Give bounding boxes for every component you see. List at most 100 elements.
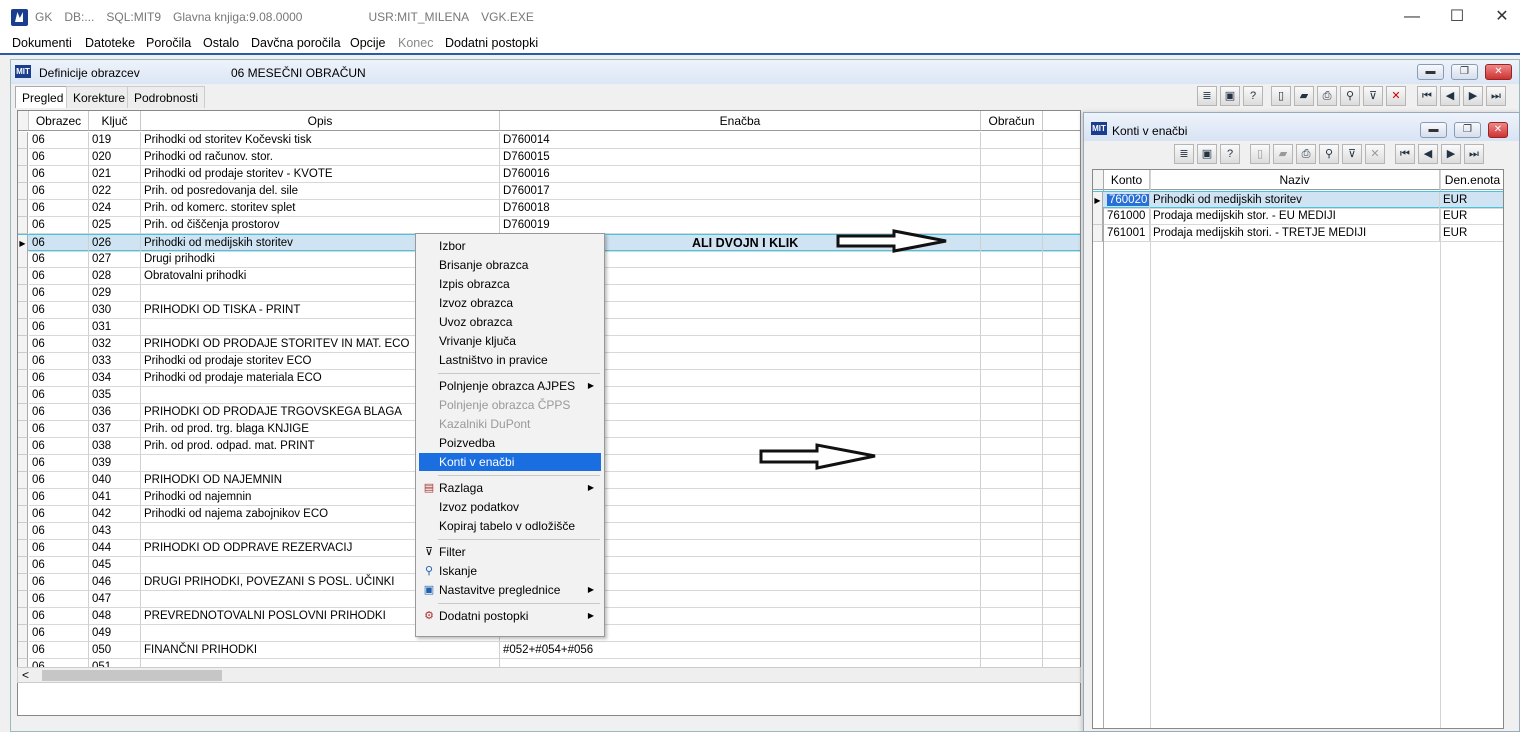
filter-icon[interactable]: ⊽ xyxy=(1363,86,1383,106)
table-cell[interactable] xyxy=(981,302,1043,319)
table-cell[interactable]: 06 xyxy=(29,353,89,370)
column-header-opis[interactable]: Opis xyxy=(141,111,500,131)
print-icon[interactable]: ⎙ xyxy=(1296,144,1316,164)
cancel-icon[interactable]: ✕ xyxy=(1365,144,1385,164)
table-cell[interactable] xyxy=(981,166,1043,183)
menu-ostalo[interactable]: Ostalo xyxy=(203,36,239,50)
table-cell[interactable]: 036 xyxy=(89,404,141,421)
child2-minimize-button[interactable]: ▬ xyxy=(1420,122,1447,138)
table-cell[interactable]: 020 xyxy=(89,149,141,166)
menu-item-kopiraj-tabelo[interactable]: Kopiraj tabelo v odložišče xyxy=(419,517,601,535)
row-indicator[interactable] xyxy=(18,183,28,200)
table-cell[interactable] xyxy=(981,421,1043,438)
menu-item-izvoz-obrazca[interactable]: Izvoz obrazca xyxy=(419,294,601,312)
row-indicator[interactable] xyxy=(18,540,28,557)
menu-dokumenti[interactable]: Dokumenti xyxy=(12,36,72,50)
table-cell[interactable] xyxy=(981,251,1043,268)
table-cell[interactable] xyxy=(981,455,1043,472)
table-cell[interactable] xyxy=(981,540,1043,557)
table-cell[interactable]: 06 xyxy=(29,302,89,319)
table-cell[interactable] xyxy=(981,200,1043,217)
prev-record-icon[interactable]: ◀ xyxy=(1418,144,1438,164)
table-cell[interactable]: 06 xyxy=(29,387,89,404)
table-cell[interactable]: Prodaja medijskih stori. - TRETJE MEDIJI xyxy=(1150,225,1440,242)
maximize-button[interactable]: ☐ xyxy=(1443,6,1471,28)
new-icon[interactable]: ▯ xyxy=(1271,86,1291,106)
row-indicator[interactable] xyxy=(18,438,28,455)
menu-konec[interactable]: Konec xyxy=(398,36,433,50)
table-cell[interactable]: Prihodki od računov. stor. xyxy=(141,149,500,166)
menu-item-iskanje[interactable]: ⚲ Iskanje xyxy=(419,562,601,580)
child-restore-button[interactable]: ❐ xyxy=(1451,64,1478,80)
table-cell[interactable] xyxy=(1043,438,1080,455)
table-cell[interactable]: Prodaja medijskih stor. - EU MEDIJI xyxy=(1150,208,1440,225)
scroll-thumb[interactable] xyxy=(42,670,222,681)
new-icon[interactable]: ▯ xyxy=(1250,144,1270,164)
row-indicator[interactable] xyxy=(18,387,28,404)
menu-porocila[interactable]: Poročila xyxy=(146,36,191,50)
table-cell[interactable]: EUR xyxy=(1440,192,1503,209)
table-cell[interactable]: 048 xyxy=(89,608,141,625)
row-indicator[interactable] xyxy=(18,217,28,234)
monitor-icon[interactable]: ▣ xyxy=(1220,86,1240,106)
first-record-icon[interactable]: ⏮ xyxy=(1395,144,1415,164)
table-cell[interactable] xyxy=(1043,574,1080,591)
row-indicator[interactable] xyxy=(1093,225,1103,242)
menu-davcna-porocila[interactable]: Davčna poročila xyxy=(251,36,341,50)
table-cell[interactable]: 049 xyxy=(89,625,141,642)
table-cell[interactable] xyxy=(1043,421,1080,438)
column-header-naziv[interactable]: Naziv xyxy=(1150,170,1440,190)
table-cell[interactable]: 034 xyxy=(89,370,141,387)
table-cell[interactable] xyxy=(1043,183,1080,200)
table-cell[interactable] xyxy=(981,404,1043,421)
child-close-button[interactable]: ✕ xyxy=(1485,64,1512,80)
table-cell[interactable] xyxy=(981,642,1043,659)
table-cell[interactable]: FINANČNI PRIHODKI xyxy=(141,642,500,659)
row-indicator[interactable]: ▶ xyxy=(1093,192,1103,209)
table-cell[interactable]: 030 xyxy=(89,302,141,319)
table-cell[interactable]: Prih. od komerc. storitev splet xyxy=(141,200,500,217)
table-row[interactable]: 06 050 FINANČNI PRIHODKI #052+#054+#056 xyxy=(18,642,1080,659)
table-cell[interactable]: 046 xyxy=(89,574,141,591)
table-cell[interactable]: 043 xyxy=(89,523,141,540)
tab-pregled[interactable]: Pregled xyxy=(15,86,71,108)
table-cell[interactable] xyxy=(1043,557,1080,574)
table-cell[interactable]: EUR xyxy=(1440,225,1503,242)
table-cell[interactable]: 06 xyxy=(29,574,89,591)
table-cell[interactable]: 06 xyxy=(29,591,89,608)
table-cell[interactable]: 041 xyxy=(89,489,141,506)
table-cell[interactable]: 032 xyxy=(89,336,141,353)
table-row[interactable]: 761001 Prodaja medijskih stori. - TRETJE … xyxy=(1093,225,1503,242)
row-indicator[interactable] xyxy=(18,149,28,166)
row-indicator[interactable] xyxy=(18,489,28,506)
table-cell[interactable] xyxy=(981,235,1043,252)
row-indicator[interactable] xyxy=(18,285,28,302)
edit-icon[interactable]: ▰ xyxy=(1273,144,1293,164)
table-cell[interactable]: 06 xyxy=(29,319,89,336)
table-cell[interactable]: 06 xyxy=(29,421,89,438)
table-cell[interactable] xyxy=(1043,217,1080,234)
table-cell[interactable] xyxy=(981,438,1043,455)
menu-item-polnjenje-cpps[interactable]: Polnjenje obrazca ČPPS xyxy=(419,396,601,414)
table-cell[interactable]: 022 xyxy=(89,183,141,200)
menu-opcije[interactable]: Opcije xyxy=(350,36,385,50)
child2-restore-button[interactable]: ❐ xyxy=(1454,122,1481,138)
column-header-obrazec[interactable]: Obrazec xyxy=(29,111,89,131)
table-cell[interactable] xyxy=(981,319,1043,336)
table-cell[interactable] xyxy=(1043,540,1080,557)
table-row[interactable]: 06 021 Prihodki od prodaje storitev - KVOT… xyxy=(18,166,1080,183)
child2-close-button[interactable]: ✕ xyxy=(1488,122,1508,138)
row-indicator[interactable] xyxy=(18,557,28,574)
table-cell[interactable]: 040 xyxy=(89,472,141,489)
table-cell[interactable] xyxy=(1043,387,1080,404)
table-cell[interactable]: 06 xyxy=(29,642,89,659)
last-record-icon[interactable]: ⏭ xyxy=(1486,86,1506,106)
row-indicator[interactable] xyxy=(18,591,28,608)
menu-datoteke[interactable]: Datoteke xyxy=(85,36,135,50)
table-cell[interactable] xyxy=(981,217,1043,234)
table-cell[interactable] xyxy=(981,608,1043,625)
table-cell[interactable]: Prih. od čiščenja prostorov xyxy=(141,217,500,234)
minimize-button[interactable]: — xyxy=(1398,6,1426,28)
table-cell[interactable]: 039 xyxy=(89,455,141,472)
row-indicator[interactable] xyxy=(18,642,28,659)
